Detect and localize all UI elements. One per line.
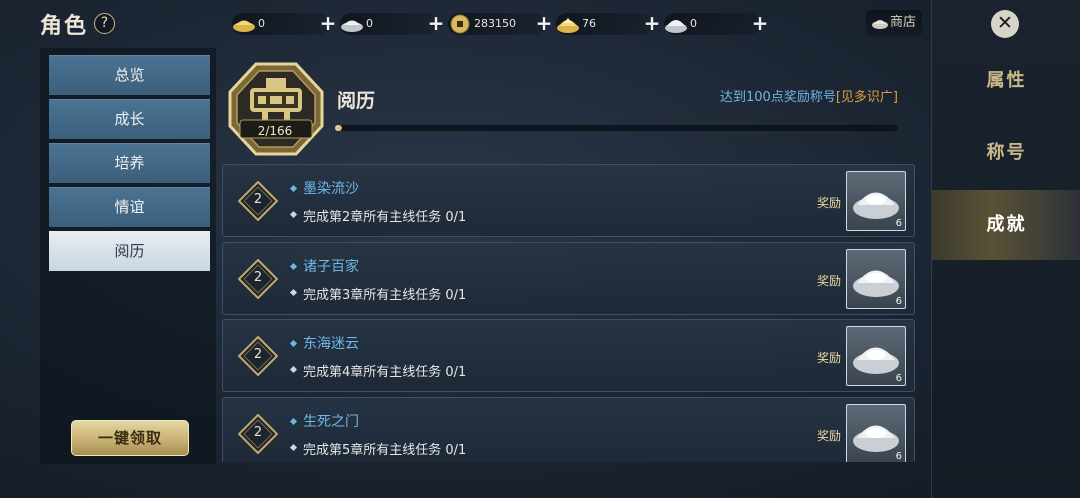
reward-item-slot[interactable]: 6 — [846, 171, 906, 231]
sidebar-item-experience[interactable]: 阅历 — [49, 231, 210, 271]
reward-item-slot[interactable]: 6 — [846, 249, 906, 309]
add-gold-ingot-button[interactable]: + — [318, 13, 338, 34]
currency-value: 0 — [690, 17, 697, 30]
task-level: 2 — [253, 192, 263, 207]
currency-silver-ingot-stack: 0 + — [664, 13, 768, 35]
bullet-icon — [289, 210, 298, 219]
task-description: 完成第4章所有主线任务 0/1 — [303, 365, 467, 380]
reward-quantity: 6 — [895, 218, 902, 229]
currency-value: 0 — [366, 17, 373, 30]
task-row: 2 诸子百家 完成第3章所有主线任务 0/1 奖励 6 — [222, 242, 915, 315]
close-button[interactable]: ✕ — [991, 10, 1019, 38]
gold-ingot-icon — [233, 20, 255, 32]
experience-progress-bar — [335, 125, 898, 131]
add-copper-coin-button[interactable]: + — [534, 13, 554, 34]
bullet-icon — [289, 339, 298, 348]
task-name: 东海迷云 — [303, 336, 359, 352]
reward-label: 奖励 — [817, 274, 842, 288]
sidebar-item-overview[interactable]: 总览 — [49, 55, 210, 95]
task-name: 生死之门 — [303, 414, 359, 430]
silver-ingot-icon — [853, 425, 899, 452]
currency-gold-ingot: 0 + — [232, 13, 336, 35]
experience-emblem-icon — [228, 62, 324, 156]
reward-label: 奖励 — [817, 351, 842, 365]
reward-item-slot[interactable]: 6 — [846, 326, 906, 386]
bullet-icon — [289, 262, 298, 271]
top-bar: 角色 ? 0 + 0 + 283150 + 76 + 0 + 商店 — [0, 0, 930, 48]
reward-hint-title: [见多识广] — [835, 90, 898, 105]
add-gold-stack-button[interactable]: + — [642, 13, 662, 34]
add-silver-ingot-button[interactable]: + — [426, 13, 446, 34]
right-tab-panel: ✕ 属性 称号 成就 — [931, 0, 1080, 498]
copper-coin-icon — [450, 14, 470, 34]
currency-value: 283150 — [474, 17, 516, 30]
experience-count: 2/166 — [257, 124, 293, 138]
bullet-icon — [289, 365, 298, 374]
silver-ingot-icon — [853, 270, 899, 297]
silver-ingot-icon — [853, 192, 899, 219]
task-row: 2 墨染流沙 完成第2章所有主线任务 0/1 奖励 6 — [222, 164, 915, 237]
experience-progress-fill — [335, 125, 342, 131]
bullet-icon — [289, 417, 298, 426]
shop-label: 商店 — [890, 15, 917, 30]
task-level: 2 — [253, 425, 263, 440]
currency-gold-ingot-stack: 76 + — [556, 13, 660, 35]
reward-quantity: 6 — [895, 451, 902, 462]
tab-attributes[interactable]: 属性 — [932, 46, 1080, 116]
left-sidebar: 总览 成长 培养 情谊 阅历 一键领取 — [40, 48, 216, 464]
sidebar-item-growth[interactable]: 成长 — [49, 99, 210, 139]
reward-item-slot[interactable]: 6 — [846, 404, 906, 462]
silver-ingot-icon — [341, 20, 363, 32]
task-level: 2 — [253, 347, 263, 362]
task-level: 2 — [253, 270, 263, 285]
task-row: 2 东海迷云 完成第4章所有主线任务 0/1 奖励 6 — [222, 319, 915, 392]
task-description: 完成第5章所有主线任务 0/1 — [303, 443, 467, 458]
tab-titles[interactable]: 称号 — [932, 118, 1080, 188]
claim-all-button[interactable]: 一键领取 — [71, 420, 189, 456]
reward-hint: 达到100点奖励称号[见多识广] — [720, 86, 898, 105]
task-list[interactable]: 2 墨染流沙 完成第2章所有主线任务 0/1 奖励 6 2 诸子百家 完成第3章… — [222, 164, 915, 462]
shop-button[interactable]: 商店 — [866, 10, 922, 36]
currency-value: 76 — [582, 17, 596, 30]
reward-quantity: 6 — [895, 373, 902, 384]
bullet-icon — [289, 288, 298, 297]
sidebar-item-friendship[interactable]: 情谊 — [49, 187, 210, 227]
currency-copper-coin: 283150 + — [448, 13, 552, 35]
bullet-icon — [289, 443, 298, 452]
silver-ingot-stack-icon — [665, 20, 687, 33]
reward-label: 奖励 — [817, 196, 842, 210]
section-title: 阅历 — [337, 90, 376, 112]
task-row: 2 生死之门 完成第5章所有主线任务 0/1 奖励 6 — [222, 397, 915, 462]
sidebar-item-training[interactable]: 培养 — [49, 143, 210, 183]
task-description: 完成第3章所有主线任务 0/1 — [303, 288, 467, 303]
currency-silver-ingot: 0 + — [340, 13, 444, 35]
tab-achievements[interactable]: 成就 — [932, 190, 1080, 260]
silver-ingot-icon — [853, 347, 899, 374]
task-name: 墨染流沙 — [303, 181, 359, 197]
help-button[interactable]: ? — [94, 13, 115, 34]
shop-icon — [872, 20, 888, 29]
bullet-icon — [289, 184, 298, 193]
reward-label: 奖励 — [817, 429, 842, 443]
add-silver-stack-button[interactable]: + — [750, 13, 770, 34]
gold-ingot-stack-icon — [557, 18, 579, 33]
task-description: 完成第2章所有主线任务 0/1 — [303, 210, 467, 225]
reward-quantity: 6 — [895, 296, 902, 307]
currency-value: 0 — [258, 17, 265, 30]
page-title: 角色 — [40, 14, 89, 39]
task-name: 诸子百家 — [303, 259, 359, 275]
reward-hint-text: 达到100点奖励称号 — [720, 90, 836, 105]
